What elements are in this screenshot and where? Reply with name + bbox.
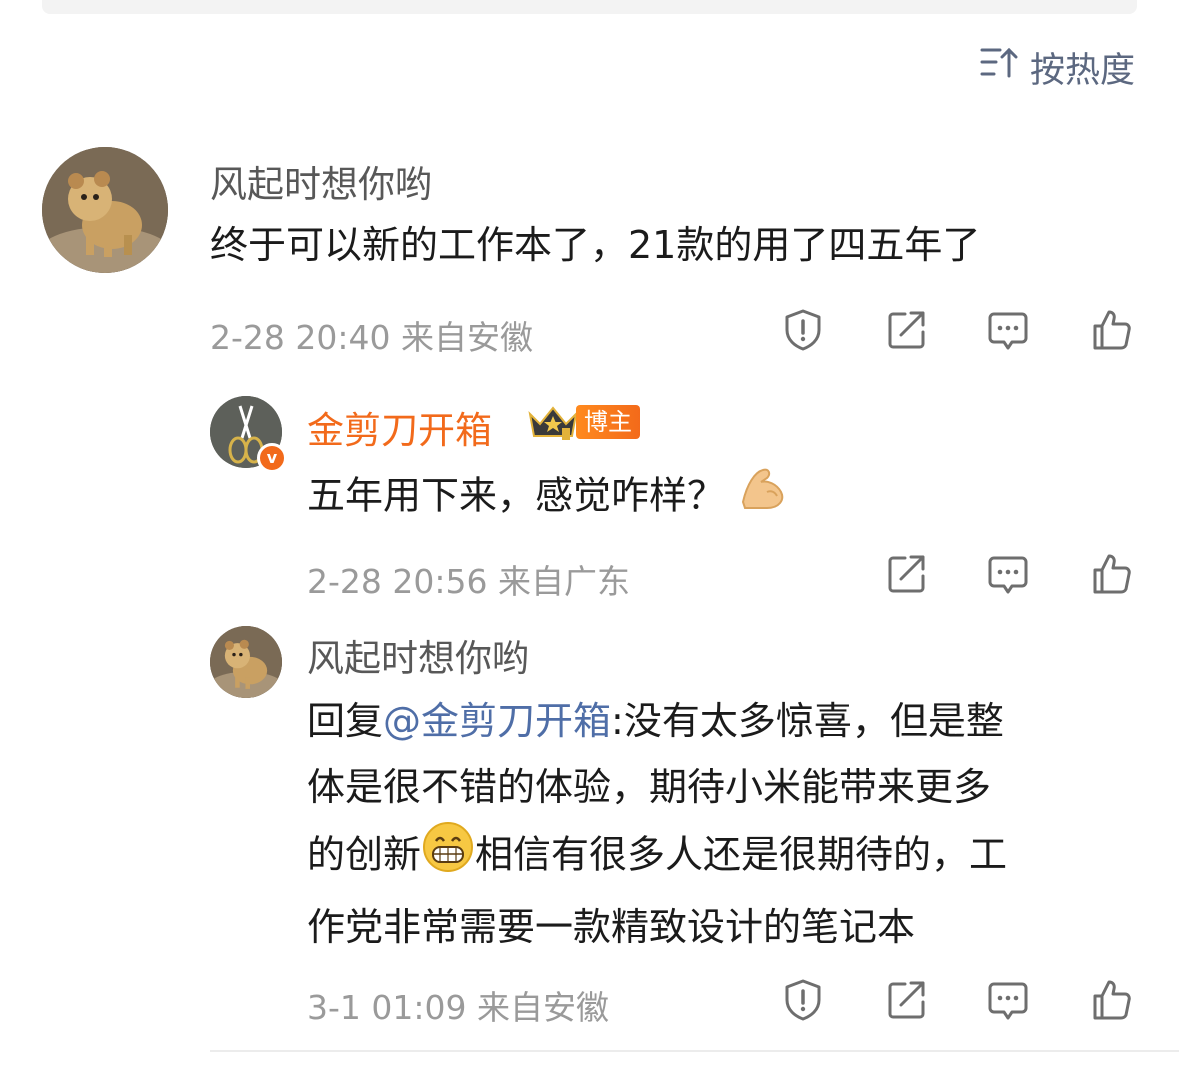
sort-icon: [980, 46, 1018, 89]
crown-icon: [528, 406, 578, 440]
reply-line-text: 的创新: [307, 832, 422, 877]
mention-link[interactable]: @金剪刀开箱: [383, 699, 611, 743]
comment-bubble-icon: [988, 312, 1028, 350]
lion-cub-image: [210, 626, 282, 698]
like-button[interactable]: [1089, 308, 1133, 352]
report-shield-icon: [785, 979, 821, 1021]
reply-text-content: 五年用下来，感觉咋样？: [307, 473, 726, 518]
sort-by-hot-button[interactable]: 按热度: [980, 46, 1135, 91]
comment-text: 终于可以新的工作本了，21款的用了四五年了: [210, 223, 981, 267]
like-button[interactable]: [1089, 978, 1133, 1022]
comment-bubble-icon: [988, 982, 1028, 1020]
thumbs-up-icon: [1093, 310, 1131, 350]
like-button[interactable]: [1089, 552, 1133, 596]
reply-meta: 2-28 20:56 来自广东: [307, 555, 630, 603]
reply-meta: 3-1 01:09 来自安徽: [307, 981, 609, 1029]
share-icon: [888, 311, 925, 349]
reply-line: 回复@金剪刀开箱:没有太多惊喜，但是整: [307, 688, 1137, 754]
avatar[interactable]: [42, 147, 168, 273]
comment-button[interactable]: [986, 308, 1030, 352]
reply-author-name[interactable]: 风起时想你哟: [307, 628, 529, 682]
avatar[interactable]: [210, 626, 282, 698]
flexed-biceps-emoji: [737, 462, 793, 534]
reply-text: 五年用下来，感觉咋样？: [307, 462, 793, 534]
thumbs-up-icon: [1093, 980, 1131, 1020]
reply-line: 体是很不错的体验，期待小米能带来更多: [307, 765, 992, 809]
blogger-badge[interactable]: 博主: [526, 402, 640, 442]
comment-button[interactable]: [986, 978, 1030, 1022]
comment-bubble-icon: [988, 556, 1028, 594]
report-button[interactable]: [781, 308, 825, 352]
reply-text: 回复@金剪刀开箱:没有太多惊喜，但是整 体是很不错的体验，期待小米能带来更多 的…: [307, 688, 1137, 960]
reply-author-name[interactable]: 金剪刀开箱: [307, 400, 492, 454]
comment-meta: 2-28 20:40 来自安徽: [210, 311, 533, 359]
bottom-divider: [210, 1050, 1179, 1052]
share-button[interactable]: [885, 978, 929, 1022]
thumbs-up-icon: [1093, 554, 1131, 594]
reply-line: 的创新 相信有很多人还是很期待的，工: [307, 820, 1137, 894]
share-icon: [888, 981, 925, 1019]
reply-location: 来自安徽: [477, 988, 609, 1027]
reply-prefix: 回复: [307, 699, 384, 743]
share-icon: [888, 555, 925, 593]
report-button[interactable]: [781, 978, 825, 1022]
reply-line-text: 相信有很多人还是很期待的，工: [475, 832, 1008, 877]
reply-time: 2-28 20:56: [307, 562, 488, 601]
lion-cub-image: [42, 147, 168, 273]
comment-author-name[interactable]: 风起时想你哟: [210, 154, 432, 208]
share-button[interactable]: [885, 308, 929, 352]
comment-location: 来自安徽: [401, 318, 533, 357]
sort-label: 按热度: [1029, 50, 1135, 91]
report-shield-icon: [785, 309, 821, 351]
reply-time: 3-1 01:09: [307, 988, 467, 1027]
reply-location: 来自广东: [498, 562, 630, 601]
verified-v-badge: v: [257, 443, 287, 473]
grinning-face-emoji: [421, 820, 475, 894]
reply-line: 作党非常需要一款精致设计的笔记本: [307, 905, 916, 949]
reply-line-text: :没有太多惊喜，但是整: [611, 699, 1004, 743]
comment-time: 2-28 20:40: [210, 318, 391, 357]
blogger-badge-label: 博主: [576, 405, 640, 439]
top-divider-bar: [42, 0, 1137, 14]
share-button[interactable]: [885, 552, 929, 596]
comment-button[interactable]: [986, 552, 1030, 596]
